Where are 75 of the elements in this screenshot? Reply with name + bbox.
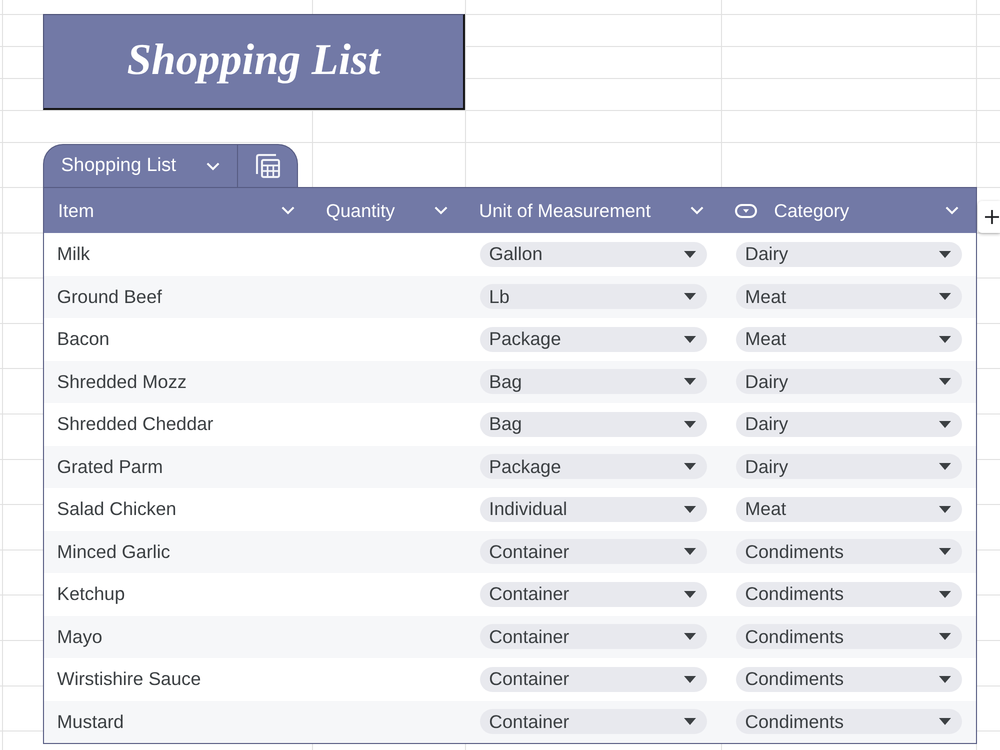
caret-down-icon	[939, 676, 951, 683]
table-cell-text: Ground Beef	[56, 284, 163, 309]
unit-dropdown[interactable]: Gallon	[480, 242, 707, 267]
category-dropdown[interactable]: Condiments	[736, 624, 962, 650]
category-dropdown[interactable]: Meat	[736, 284, 962, 310]
unit-dropdown[interactable]: Package	[480, 454, 707, 480]
column-header[interactable]: Item	[44, 188, 312, 233]
unit-dropdown[interactable]: Lb	[480, 284, 707, 310]
category-dropdown[interactable]: Meat	[736, 326, 962, 352]
table-cell-text: Shredded Cheddar	[56, 412, 214, 436]
caret-down-icon	[684, 378, 696, 386]
caret-down-icon	[684, 336, 696, 343]
category-dropdown[interactable]: Meat	[736, 496, 962, 522]
column-header[interactable]: Quantity	[312, 188, 465, 233]
unit-dropdown[interactable]: Package	[480, 326, 707, 352]
table-cell-text: Milk	[56, 242, 91, 266]
caret-down-icon	[939, 548, 951, 556]
caret-down-icon	[684, 676, 696, 683]
caret-down-icon	[939, 250, 951, 258]
unit-dropdown[interactable]: Container	[480, 582, 707, 607]
table-cell-text: Wirstishire Sauce	[56, 667, 202, 692]
caret-down-icon	[684, 633, 696, 640]
chevron-down-icon	[206, 162, 220, 170]
add-column-button[interactable]	[978, 201, 1000, 233]
caret-down-icon	[684, 718, 696, 726]
caret-down-icon	[939, 293, 951, 300]
caret-down-icon	[939, 590, 951, 598]
caret-down-icon	[939, 420, 951, 428]
category-dropdown[interactable]: Dairy	[736, 242, 962, 267]
caret-down-icon	[939, 378, 951, 386]
caret-down-icon	[684, 548, 696, 556]
category-dropdown[interactable]: Condiments	[736, 582, 962, 607]
category-dropdown[interactable]: Dairy	[736, 454, 962, 480]
sheet-title: Shopping List	[43, 14, 465, 110]
caret-down-icon	[939, 506, 951, 513]
chevron-down-icon	[281, 206, 295, 215]
dropdown-chip-icon	[735, 204, 757, 218]
table-cell-text: Minced Garlic	[56, 540, 172, 564]
table-cell-text: Mayo	[56, 624, 104, 649]
caret-down-icon	[684, 420, 696, 428]
table-cell-text: Bacon	[56, 327, 110, 352]
caret-down-icon	[684, 506, 696, 513]
caret-down-icon	[939, 633, 951, 640]
column-header[interactable]: Unit of Measurement	[465, 188, 721, 233]
table-cell-text: Shredded Mozz	[56, 370, 188, 394]
caret-down-icon	[939, 463, 951, 470]
chevron-down-icon	[945, 206, 959, 215]
unit-dropdown[interactable]: Container	[480, 539, 707, 564]
plus-icon	[985, 210, 999, 224]
table-cell-text: Grated Parm	[56, 454, 164, 479]
caret-down-icon	[684, 293, 696, 300]
table-name-button[interactable]: Shopping List	[44, 145, 237, 187]
category-dropdown[interactable]: Condiments	[736, 666, 962, 692]
category-dropdown[interactable]: Dairy	[736, 412, 962, 437]
caret-down-icon	[684, 250, 696, 258]
caret-down-icon	[939, 718, 951, 726]
unit-dropdown[interactable]: Individual	[480, 496, 707, 522]
chevron-down-icon	[690, 206, 704, 215]
caret-down-icon	[684, 590, 696, 598]
category-dropdown[interactable]: Dairy	[736, 369, 962, 394]
unit-dropdown[interactable]: Container	[480, 709, 707, 734]
table-cell-text: Salad Chicken	[56, 497, 178, 522]
unit-dropdown[interactable]: Container	[480, 624, 707, 650]
chevron-down-icon	[434, 206, 448, 215]
table-cell-text: Mustard	[56, 710, 125, 734]
column-header[interactable]: Category	[721, 188, 976, 233]
caret-down-icon	[684, 463, 696, 470]
unit-dropdown[interactable]: Container	[480, 666, 707, 692]
table-cell-text: Ketchup	[56, 582, 126, 606]
unit-dropdown[interactable]: Bag	[480, 369, 707, 394]
unit-dropdown[interactable]: Bag	[480, 412, 707, 437]
table-icon[interactable]	[256, 154, 280, 178]
caret-down-icon	[939, 336, 951, 343]
category-dropdown[interactable]: Condiments	[736, 709, 962, 734]
category-dropdown[interactable]: Condiments	[736, 539, 962, 564]
